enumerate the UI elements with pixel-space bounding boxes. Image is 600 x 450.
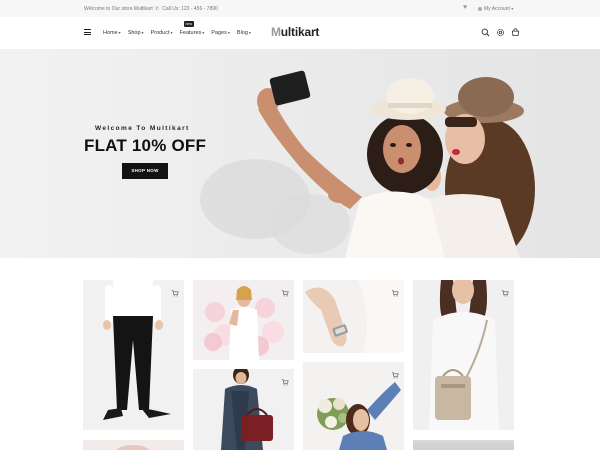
top-bar: Welcome to Our store Multikart ✆ Call Us:…	[0, 0, 600, 17]
product-image	[116, 445, 150, 450]
product-image	[305, 280, 404, 353]
product-image	[204, 286, 284, 360]
product-image	[413, 443, 514, 450]
chevron-down-icon: ▾	[248, 30, 251, 35]
shop-now-label: shop now	[131, 168, 159, 173]
welcome-text: Welcome to Our store Multikart	[84, 6, 153, 12]
product-card[interactable]	[83, 440, 184, 450]
nav-item-label: Blog	[236, 30, 248, 36]
product-image	[429, 280, 499, 430]
shop-now-button[interactable]: shop now	[122, 163, 168, 179]
add-to-cart-icon[interactable]	[501, 284, 509, 297]
product-card[interactable]	[303, 280, 404, 353]
heart-icon[interactable]: ♥	[463, 4, 467, 11]
nav-item-label: Home	[103, 30, 118, 36]
main-header: Home▾ Shop▾ Product▾ new Features▾ Pages▾…	[0, 17, 600, 49]
product-grid	[0, 258, 600, 450]
header-icons	[481, 28, 520, 37]
call-text: Call Us: 123 - 456 - 7890	[162, 6, 218, 12]
nav-item-home[interactable]: Home▾	[103, 30, 121, 36]
hero-headline: FLAT 10% OFF	[84, 136, 207, 155]
nav-item-label: Product	[150, 30, 170, 36]
hamburger-icon[interactable]	[84, 29, 91, 36]
hero-welcome-text: Welcome To Multikart	[95, 125, 190, 132]
new-badge: new	[183, 21, 194, 27]
product-card[interactable]	[303, 362, 404, 450]
add-to-cart-icon[interactable]	[281, 373, 289, 386]
nav-item-pages[interactable]: Pages▾	[211, 30, 230, 36]
nav-item-label: Shop	[127, 30, 141, 36]
product-image	[103, 280, 171, 420]
product-card[interactable]	[193, 280, 294, 360]
phone-icon: ✆	[155, 6, 160, 12]
product-image	[317, 382, 401, 450]
cart-icon[interactable]	[511, 28, 520, 37]
my-account-label: My Account	[484, 6, 510, 12]
add-to-cart-icon[interactable]	[171, 284, 179, 297]
chevron-down-icon: ▾	[511, 6, 514, 11]
gear-icon[interactable]	[496, 28, 505, 37]
chevron-down-icon: ▾	[141, 30, 144, 35]
add-to-cart-icon[interactable]	[391, 284, 399, 297]
site-logo[interactable]: Multikart	[271, 25, 319, 39]
search-icon[interactable]	[481, 28, 490, 37]
user-icon	[478, 6, 482, 11]
logo-mark: M	[271, 25, 281, 39]
call-info: ✆ Call Us: 123 - 456 - 7890	[155, 6, 218, 12]
nav-item-features[interactable]: new Features▾	[179, 21, 205, 36]
product-card[interactable]	[413, 280, 514, 430]
add-to-cart-icon[interactable]	[281, 284, 289, 297]
nav-item-blog[interactable]: Blog▾	[237, 30, 251, 36]
logo-text: ultikart	[280, 25, 320, 39]
main-nav: Home▾ Shop▾ Product▾ new Features▾ Pages▾…	[103, 21, 258, 36]
product-card[interactable]	[193, 369, 294, 450]
product-image	[221, 369, 273, 450]
product-card[interactable]	[413, 440, 514, 450]
chevron-down-icon: ▾	[118, 30, 121, 35]
chevron-down-icon: ▾	[170, 30, 173, 35]
product-card[interactable]	[83, 280, 184, 430]
chevron-down-icon: ▾	[202, 30, 205, 35]
hero-banner: Welcome To Multikart FLAT 10% OFF shop n…	[0, 49, 600, 258]
chevron-down-icon: ▾	[227, 30, 230, 35]
nav-item-product[interactable]: Product▾	[151, 30, 173, 36]
add-to-cart-icon[interactable]	[391, 366, 399, 379]
my-account-link[interactable]: My Account ▾	[478, 6, 513, 12]
nav-item-label: Pages	[211, 30, 227, 36]
nav-item-label: Features	[179, 30, 202, 36]
nav-item-shop[interactable]: Shop▾	[128, 30, 144, 36]
